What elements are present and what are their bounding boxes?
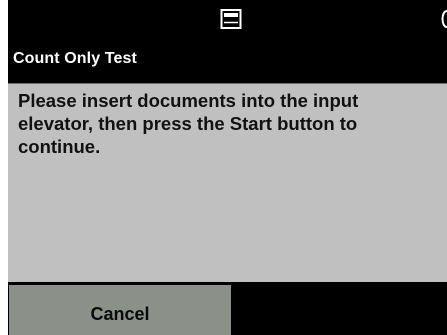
cancel-button-label: Cancel xyxy=(90,304,150,324)
page-title: Count Only Test xyxy=(13,50,137,67)
scanner-screen: Count Only Test Please insert documents … xyxy=(8,0,447,335)
partial-status-icon xyxy=(439,9,447,29)
status-bar xyxy=(8,0,447,38)
message-panel: Please insert documents into the input e… xyxy=(8,83,447,282)
scanner-tray-icon xyxy=(220,8,242,30)
bottom-action-bar: Cancel xyxy=(8,283,447,335)
cancel-button[interactable]: Cancel xyxy=(9,285,231,335)
instruction-message: Please insert documents into the input e… xyxy=(18,90,359,157)
title-bar: Count Only Test xyxy=(8,38,447,82)
